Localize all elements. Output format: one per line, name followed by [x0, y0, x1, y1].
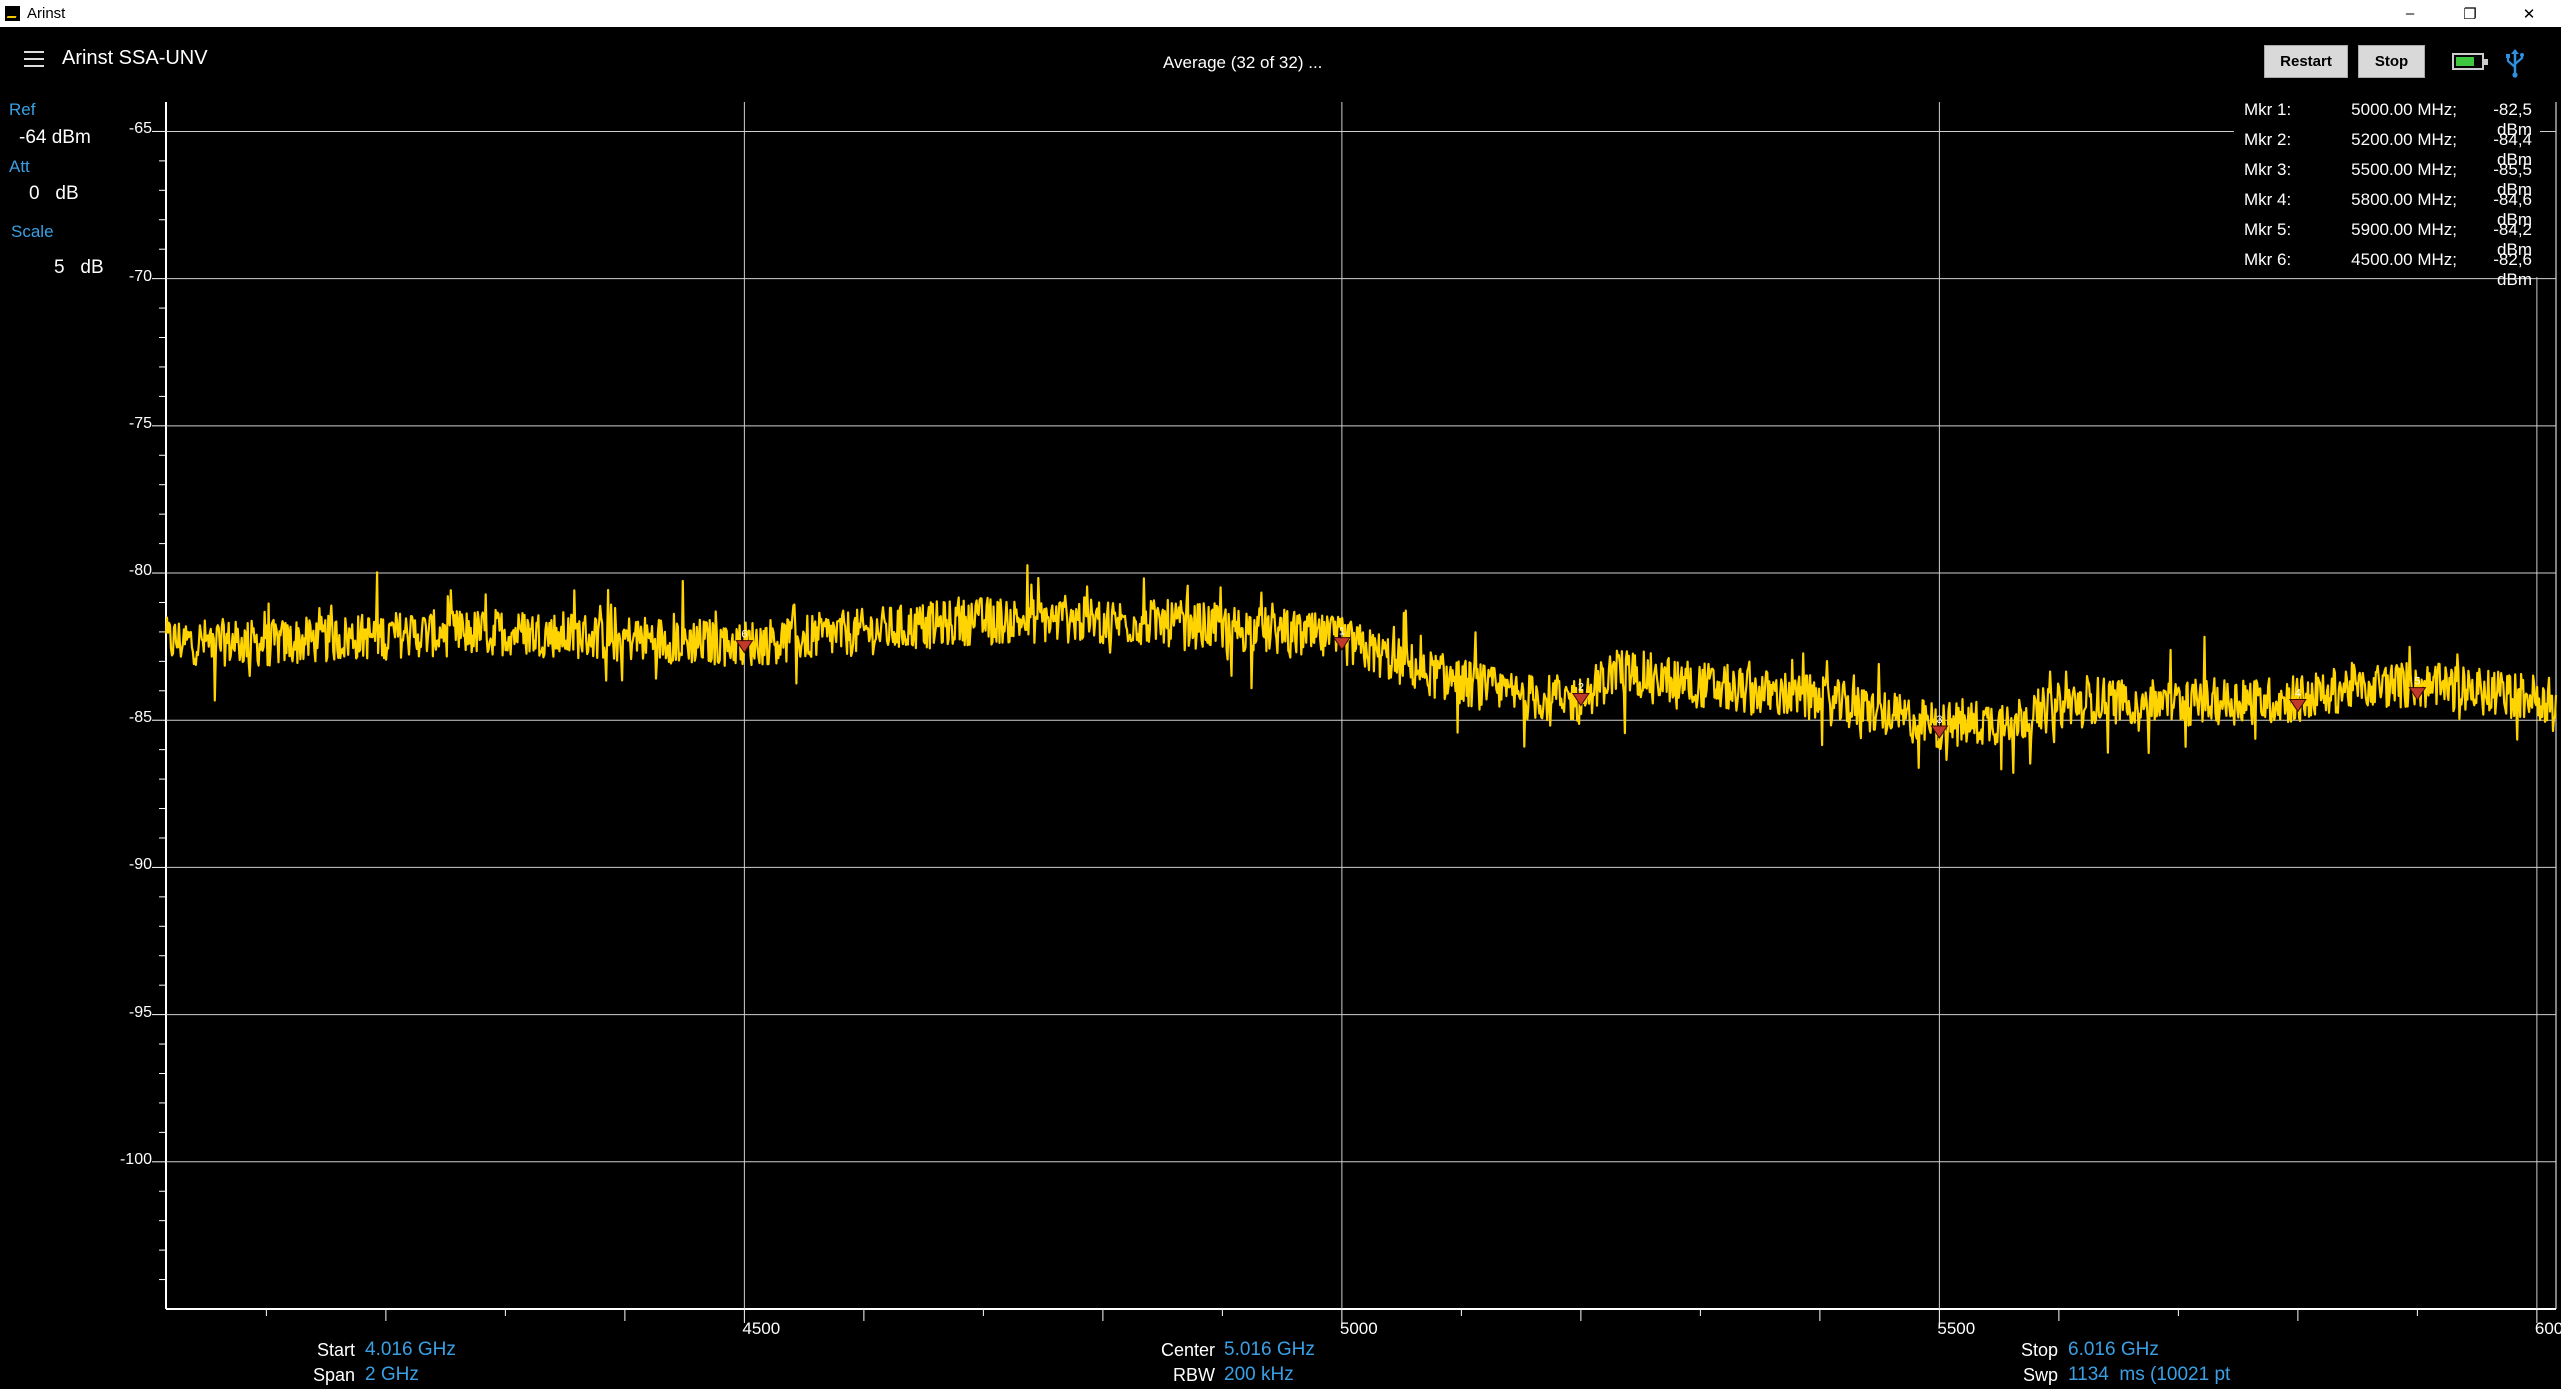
- marker-name: Mkr 4:: [2244, 190, 2292, 209]
- svg-text:1: 1: [1339, 626, 1345, 638]
- span-label: Span: [312, 1365, 355, 1385]
- stop-freq-value[interactable]: 6.016 GHz: [2068, 1339, 2159, 1361]
- y-tick-label: -95: [128, 1003, 152, 1021]
- spectrum-plot[interactable]: 1 2 3 4 5 6: [0, 0, 2561, 1389]
- marker-row[interactable]: Mkr 1: 5000.00 MHz; -82,5 dBm: [2234, 97, 2540, 139]
- marker-row[interactable]: Mkr 2: 5200.00 MHz; -84,4 dBm: [2234, 127, 2540, 169]
- marker-row[interactable]: Mkr 6: 4500.00 MHz; -82,6 dBm: [2234, 247, 2540, 289]
- marker-name: Mkr 1:: [2244, 100, 2292, 119]
- svg-text:2: 2: [1578, 682, 1584, 694]
- x-tick-label: 5500: [1937, 1319, 1976, 1338]
- svg-text:5: 5: [2414, 676, 2420, 688]
- stop-freq-label: Stop: [2020, 1340, 2058, 1360]
- y-tick-label: -85: [128, 709, 152, 727]
- y-tick-label: -70: [128, 267, 152, 285]
- marker-frequency: 5900.00 MHz;: [2351, 220, 2457, 239]
- marker-level: -82,6 dBm: [2493, 250, 2532, 289]
- rbw-value[interactable]: 200 kHz: [1224, 1364, 1294, 1386]
- svg-text:6: 6: [741, 629, 747, 641]
- center-label: Center: [1160, 1340, 1215, 1360]
- marker-frequency: 5800.00 MHz;: [2351, 190, 2457, 209]
- rbw-label: RBW: [1173, 1365, 1215, 1385]
- y-tick-label: -100: [119, 1150, 152, 1168]
- x-tick-label: 5000: [1339, 1319, 1378, 1338]
- plot-grid: [152, 102, 2557, 1323]
- swp-value[interactable]: 1134 ms (10021 pt: [2068, 1364, 2244, 1386]
- span-value[interactable]: 2 GHz: [365, 1364, 419, 1386]
- trace-line: [164, 564, 2558, 774]
- center-value[interactable]: 5.016 GHz: [1224, 1339, 1315, 1361]
- marker-name: Mkr 3:: [2244, 160, 2292, 179]
- marker-name: Mkr 2:: [2244, 130, 2292, 149]
- marker-frequency: 5200.00 MHz;: [2351, 130, 2457, 149]
- svg-text:4: 4: [2295, 687, 2301, 699]
- marker-row[interactable]: Mkr 5: 5900.00 MHz; -84,2 dBm: [2234, 217, 2540, 259]
- marker-frequency: 5500.00 MHz;: [2351, 160, 2457, 179]
- marker-row[interactable]: Mkr 3: 5500.00 MHz; -85,5 dBm: [2234, 157, 2540, 199]
- spectrum-trace: [164, 564, 2558, 774]
- x-tick-label: 4500: [742, 1319, 781, 1338]
- y-tick-label: -65: [128, 120, 152, 138]
- marker-table: Mkr 1: 5000.00 MHz; -82,5 dBm Mkr 2: 520…: [2234, 97, 2540, 289]
- start-value[interactable]: 4.016 GHz: [365, 1339, 456, 1361]
- y-tick-label: -90: [128, 856, 152, 874]
- swp-label: Swp: [2022, 1365, 2058, 1385]
- start-label: Start: [316, 1340, 355, 1360]
- marker-frequency: 5000.00 MHz;: [2351, 100, 2457, 119]
- svg-text:3: 3: [1936, 714, 1942, 726]
- marker-name: Mkr 6:: [2244, 250, 2292, 269]
- marker-frequency: 4500.00 MHz;: [2351, 250, 2457, 269]
- y-tick-label: -80: [128, 562, 152, 580]
- x-tick-label: 600: [2534, 1319, 2561, 1338]
- marker-name: Mkr 5:: [2244, 220, 2292, 239]
- marker-row[interactable]: Mkr 4: 5800.00 MHz; -84,6 dBm: [2234, 187, 2540, 229]
- y-tick-label: -75: [128, 414, 152, 432]
